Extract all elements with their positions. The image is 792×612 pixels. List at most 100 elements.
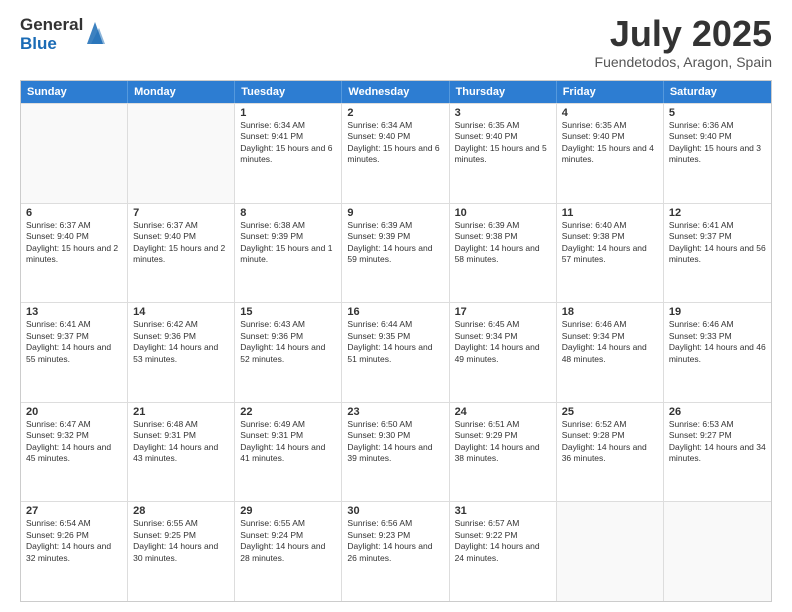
calendar-cell: 9Sunrise: 6:39 AM Sunset: 9:39 PM Daylig… (342, 204, 449, 303)
day-number: 16 (347, 306, 443, 318)
day-info: Sunrise: 6:55 AM Sunset: 9:24 PM Dayligh… (240, 518, 336, 564)
day-number: 5 (669, 107, 766, 119)
calendar: Sunday Monday Tuesday Wednesday Thursday… (20, 80, 772, 602)
logo-blue: Blue (20, 35, 83, 54)
calendar-cell: 30Sunrise: 6:56 AM Sunset: 9:23 PM Dayli… (342, 502, 449, 601)
calendar-cell: 22Sunrise: 6:49 AM Sunset: 9:31 PM Dayli… (235, 403, 342, 502)
day-info: Sunrise: 6:45 AM Sunset: 9:34 PM Dayligh… (455, 319, 551, 365)
calendar-header: Sunday Monday Tuesday Wednesday Thursday… (21, 81, 771, 103)
calendar-cell: 21Sunrise: 6:48 AM Sunset: 9:31 PM Dayli… (128, 403, 235, 502)
calendar-cell: 17Sunrise: 6:45 AM Sunset: 9:34 PM Dayli… (450, 303, 557, 402)
calendar-row: 6Sunrise: 6:37 AM Sunset: 9:40 PM Daylig… (21, 203, 771, 303)
day-info: Sunrise: 6:41 AM Sunset: 9:37 PM Dayligh… (669, 220, 766, 266)
calendar-cell: 10Sunrise: 6:39 AM Sunset: 9:38 PM Dayli… (450, 204, 557, 303)
day-number: 26 (669, 406, 766, 418)
header: General Blue July 2025 Fuendetodos, Arag… (20, 16, 772, 70)
header-saturday: Saturday (664, 81, 771, 103)
title-location: Fuendetodos, Aragon, Spain (595, 54, 772, 70)
title-month: July 2025 (595, 16, 772, 52)
logo-text: General Blue (20, 16, 83, 53)
day-number: 31 (455, 505, 551, 517)
calendar-cell: 18Sunrise: 6:46 AM Sunset: 9:34 PM Dayli… (557, 303, 664, 402)
day-info: Sunrise: 6:35 AM Sunset: 9:40 PM Dayligh… (562, 120, 658, 166)
day-info: Sunrise: 6:46 AM Sunset: 9:33 PM Dayligh… (669, 319, 766, 365)
day-info: Sunrise: 6:46 AM Sunset: 9:34 PM Dayligh… (562, 319, 658, 365)
day-info: Sunrise: 6:51 AM Sunset: 9:29 PM Dayligh… (455, 419, 551, 465)
header-sunday: Sunday (21, 81, 128, 103)
day-info: Sunrise: 6:37 AM Sunset: 9:40 PM Dayligh… (26, 220, 122, 266)
day-info: Sunrise: 6:42 AM Sunset: 9:36 PM Dayligh… (133, 319, 229, 365)
header-thursday: Thursday (450, 81, 557, 103)
day-number: 10 (455, 207, 551, 219)
day-info: Sunrise: 6:50 AM Sunset: 9:30 PM Dayligh… (347, 419, 443, 465)
day-number: 1 (240, 107, 336, 119)
day-info: Sunrise: 6:40 AM Sunset: 9:38 PM Dayligh… (562, 220, 658, 266)
day-info: Sunrise: 6:39 AM Sunset: 9:38 PM Dayligh… (455, 220, 551, 266)
logo-icon (85, 20, 105, 46)
day-number: 11 (562, 207, 658, 219)
day-info: Sunrise: 6:34 AM Sunset: 9:40 PM Dayligh… (347, 120, 443, 166)
day-number: 2 (347, 107, 443, 119)
day-number: 24 (455, 406, 551, 418)
day-info: Sunrise: 6:53 AM Sunset: 9:27 PM Dayligh… (669, 419, 766, 465)
calendar-cell: 26Sunrise: 6:53 AM Sunset: 9:27 PM Dayli… (664, 403, 771, 502)
day-number: 22 (240, 406, 336, 418)
day-number: 15 (240, 306, 336, 318)
calendar-cell: 28Sunrise: 6:55 AM Sunset: 9:25 PM Dayli… (128, 502, 235, 601)
day-info: Sunrise: 6:49 AM Sunset: 9:31 PM Dayligh… (240, 419, 336, 465)
day-number: 25 (562, 406, 658, 418)
calendar-row: 1Sunrise: 6:34 AM Sunset: 9:41 PM Daylig… (21, 103, 771, 203)
day-number: 19 (669, 306, 766, 318)
day-number: 20 (26, 406, 122, 418)
day-info: Sunrise: 6:41 AM Sunset: 9:37 PM Dayligh… (26, 319, 122, 365)
calendar-cell: 3Sunrise: 6:35 AM Sunset: 9:40 PM Daylig… (450, 104, 557, 203)
logo: General Blue (20, 16, 105, 53)
day-number: 27 (26, 505, 122, 517)
calendar-cell: 8Sunrise: 6:38 AM Sunset: 9:39 PM Daylig… (235, 204, 342, 303)
day-number: 12 (669, 207, 766, 219)
calendar-row: 13Sunrise: 6:41 AM Sunset: 9:37 PM Dayli… (21, 302, 771, 402)
calendar-row: 27Sunrise: 6:54 AM Sunset: 9:26 PM Dayli… (21, 501, 771, 601)
day-number: 14 (133, 306, 229, 318)
day-number: 29 (240, 505, 336, 517)
calendar-cell: 31Sunrise: 6:57 AM Sunset: 9:22 PM Dayli… (450, 502, 557, 601)
day-number: 8 (240, 207, 336, 219)
header-monday: Monday (128, 81, 235, 103)
day-number: 7 (133, 207, 229, 219)
day-number: 13 (26, 306, 122, 318)
calendar-cell (664, 502, 771, 601)
day-info: Sunrise: 6:54 AM Sunset: 9:26 PM Dayligh… (26, 518, 122, 564)
day-info: Sunrise: 6:36 AM Sunset: 9:40 PM Dayligh… (669, 120, 766, 166)
day-info: Sunrise: 6:35 AM Sunset: 9:40 PM Dayligh… (455, 120, 551, 166)
calendar-cell: 16Sunrise: 6:44 AM Sunset: 9:35 PM Dayli… (342, 303, 449, 402)
header-wednesday: Wednesday (342, 81, 449, 103)
day-number: 23 (347, 406, 443, 418)
day-number: 4 (562, 107, 658, 119)
day-info: Sunrise: 6:43 AM Sunset: 9:36 PM Dayligh… (240, 319, 336, 365)
day-number: 28 (133, 505, 229, 517)
calendar-cell: 2Sunrise: 6:34 AM Sunset: 9:40 PM Daylig… (342, 104, 449, 203)
calendar-cell: 15Sunrise: 6:43 AM Sunset: 9:36 PM Dayli… (235, 303, 342, 402)
day-info: Sunrise: 6:55 AM Sunset: 9:25 PM Dayligh… (133, 518, 229, 564)
logo-general: General (20, 16, 83, 35)
day-number: 9 (347, 207, 443, 219)
day-info: Sunrise: 6:34 AM Sunset: 9:41 PM Dayligh… (240, 120, 336, 166)
calendar-cell: 12Sunrise: 6:41 AM Sunset: 9:37 PM Dayli… (664, 204, 771, 303)
title-block: July 2025 Fuendetodos, Aragon, Spain (595, 16, 772, 70)
calendar-cell (557, 502, 664, 601)
calendar-cell: 4Sunrise: 6:35 AM Sunset: 9:40 PM Daylig… (557, 104, 664, 203)
day-info: Sunrise: 6:56 AM Sunset: 9:23 PM Dayligh… (347, 518, 443, 564)
page: General Blue July 2025 Fuendetodos, Arag… (0, 0, 792, 612)
day-info: Sunrise: 6:52 AM Sunset: 9:28 PM Dayligh… (562, 419, 658, 465)
calendar-cell: 27Sunrise: 6:54 AM Sunset: 9:26 PM Dayli… (21, 502, 128, 601)
calendar-cell: 6Sunrise: 6:37 AM Sunset: 9:40 PM Daylig… (21, 204, 128, 303)
day-number: 17 (455, 306, 551, 318)
calendar-cell: 5Sunrise: 6:36 AM Sunset: 9:40 PM Daylig… (664, 104, 771, 203)
calendar-cell: 23Sunrise: 6:50 AM Sunset: 9:30 PM Dayli… (342, 403, 449, 502)
calendar-body: 1Sunrise: 6:34 AM Sunset: 9:41 PM Daylig… (21, 103, 771, 601)
calendar-cell: 14Sunrise: 6:42 AM Sunset: 9:36 PM Dayli… (128, 303, 235, 402)
day-number: 30 (347, 505, 443, 517)
calendar-cell (21, 104, 128, 203)
day-info: Sunrise: 6:38 AM Sunset: 9:39 PM Dayligh… (240, 220, 336, 266)
header-friday: Friday (557, 81, 664, 103)
